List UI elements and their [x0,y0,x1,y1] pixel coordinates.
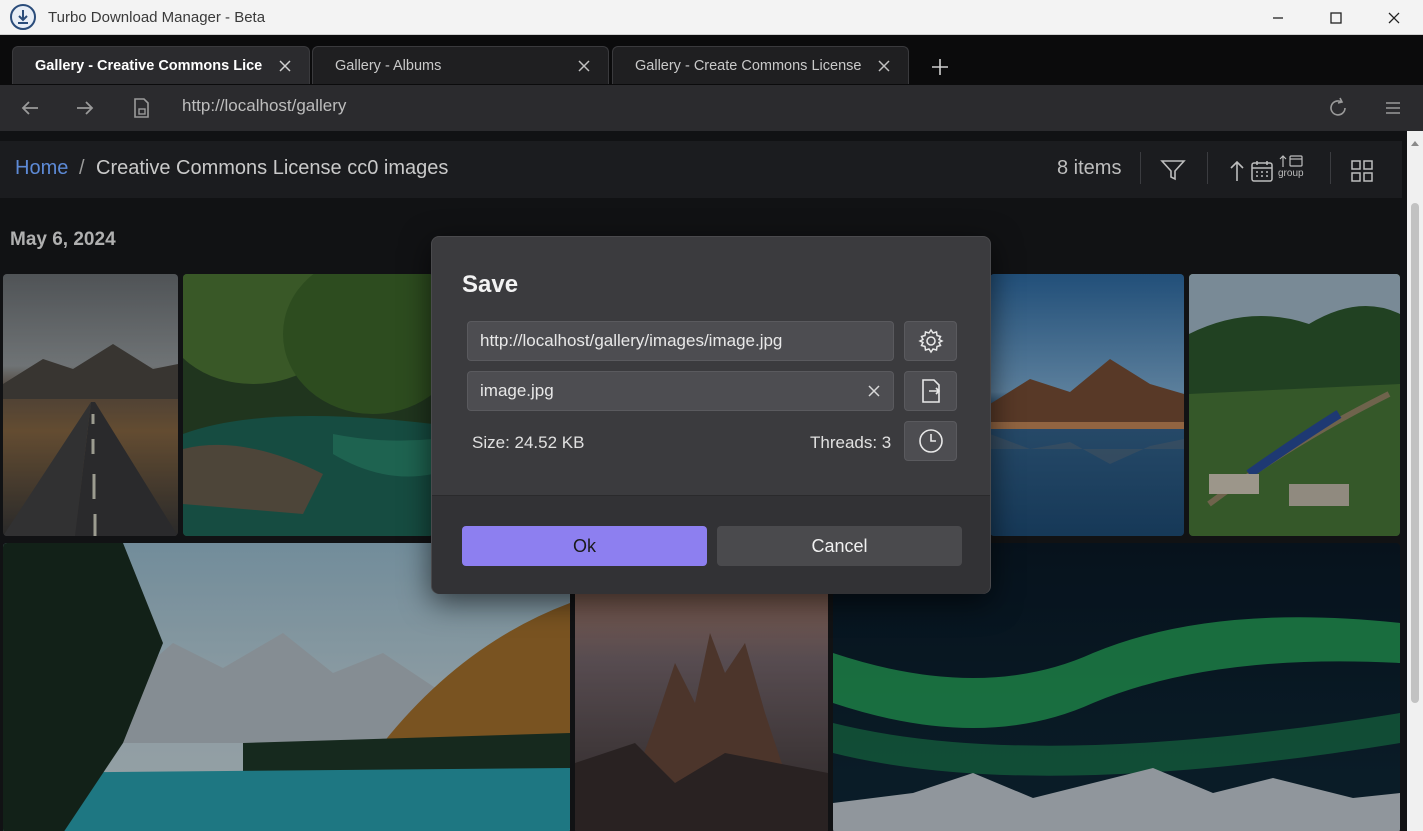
address-bar: http://localhost/gallery [0,85,1423,131]
sort-ascending-icon[interactable] [1228,159,1246,183]
minimize-button[interactable] [1249,0,1307,35]
maximize-button[interactable] [1307,0,1365,35]
filename-field-box[interactable] [467,371,894,411]
url-field[interactable]: http://localhost/gallery [182,96,346,116]
filter-icon[interactable] [1160,158,1186,182]
photo-lake-mountain[interactable] [990,274,1184,536]
tab-label: Gallery - Create Commons License [635,57,862,74]
save-dialog: Save Size: 24.52 KB Threads: 3 Ok Cancel [431,236,991,594]
url-field-box[interactable] [467,321,894,361]
threads-text: Threads: 3 [810,433,892,452]
window-title: Turbo Download Manager - Beta [48,8,266,26]
tab-label: Gallery - Albums [335,57,442,74]
clear-x-icon[interactable] [867,384,881,398]
tab-albums[interactable]: Gallery - Albums [312,46,609,84]
tab-create-commons[interactable]: Gallery - Create Commons License [612,46,909,84]
dialog-title: Save [462,271,519,298]
gear-icon [917,328,944,354]
dialog-footer: Ok Cancel [432,495,990,594]
photo-train-valley[interactable] [1189,274,1400,536]
app-download-icon [10,4,36,30]
filename-input[interactable] [480,372,860,410]
date-heading: May 6, 2024 [10,229,116,250]
file-export-icon [921,379,940,403]
page-lock-icon[interactable] [130,96,154,120]
tab-close-icon[interactable] [277,58,293,74]
close-window-button[interactable] [1365,0,1423,35]
vertical-scrollbar[interactable] [1407,131,1423,831]
download-url-input[interactable] [480,322,860,360]
calendar-icon[interactable] [1250,159,1274,183]
toolbar-divider [1140,152,1141,184]
settings-button[interactable] [904,321,957,361]
file-size-text: Size: 24.52 KB [472,433,585,452]
toolbar-divider [1330,152,1331,184]
tab-close-icon[interactable] [876,58,892,74]
tab-label: Gallery - Creative Commons Licer [35,57,263,74]
browse-file-button[interactable] [904,371,957,411]
tab-creative-commons[interactable]: Gallery - Creative Commons Licer [12,46,310,84]
tab-close-icon[interactable] [576,58,592,74]
reload-icon[interactable] [1326,96,1350,120]
breadcrumb-separator: / [79,157,85,179]
new-tab-plus-icon[interactable] [928,55,952,79]
toolbar-divider [1207,152,1208,184]
clock-icon [918,429,943,453]
breadcrumb-current: Creative Commons License cc0 images [96,157,449,179]
ok-button[interactable]: Ok [462,526,707,566]
photo-forest-river[interactable] [183,274,433,536]
forward-arrow-icon[interactable] [73,96,97,120]
cancel-button[interactable]: Cancel [717,526,962,566]
scroll-thumb[interactable] [1411,203,1419,703]
grid-view-icon[interactable] [1350,159,1374,183]
photo-road-mountains[interactable] [3,274,178,536]
title-bar: Turbo Download Manager - Beta [0,0,1423,35]
back-arrow-icon[interactable] [18,96,42,120]
breadcrumb-home-link[interactable]: Home [15,157,68,180]
group-by-date-icon[interactable] [1279,154,1305,168]
tab-strip: Gallery - Creative Commons Licer Gallery… [0,35,1423,85]
gallery-toolbar: Home / Creative Commons License cc0 imag… [0,141,1402,198]
menu-hamburger-icon[interactable] [1381,96,1405,120]
scroll-up-arrow-icon[interactable] [1410,139,1420,147]
schedule-button[interactable] [904,421,957,461]
group-label: group [1278,168,1304,179]
items-count: 8 items [1057,157,1122,179]
